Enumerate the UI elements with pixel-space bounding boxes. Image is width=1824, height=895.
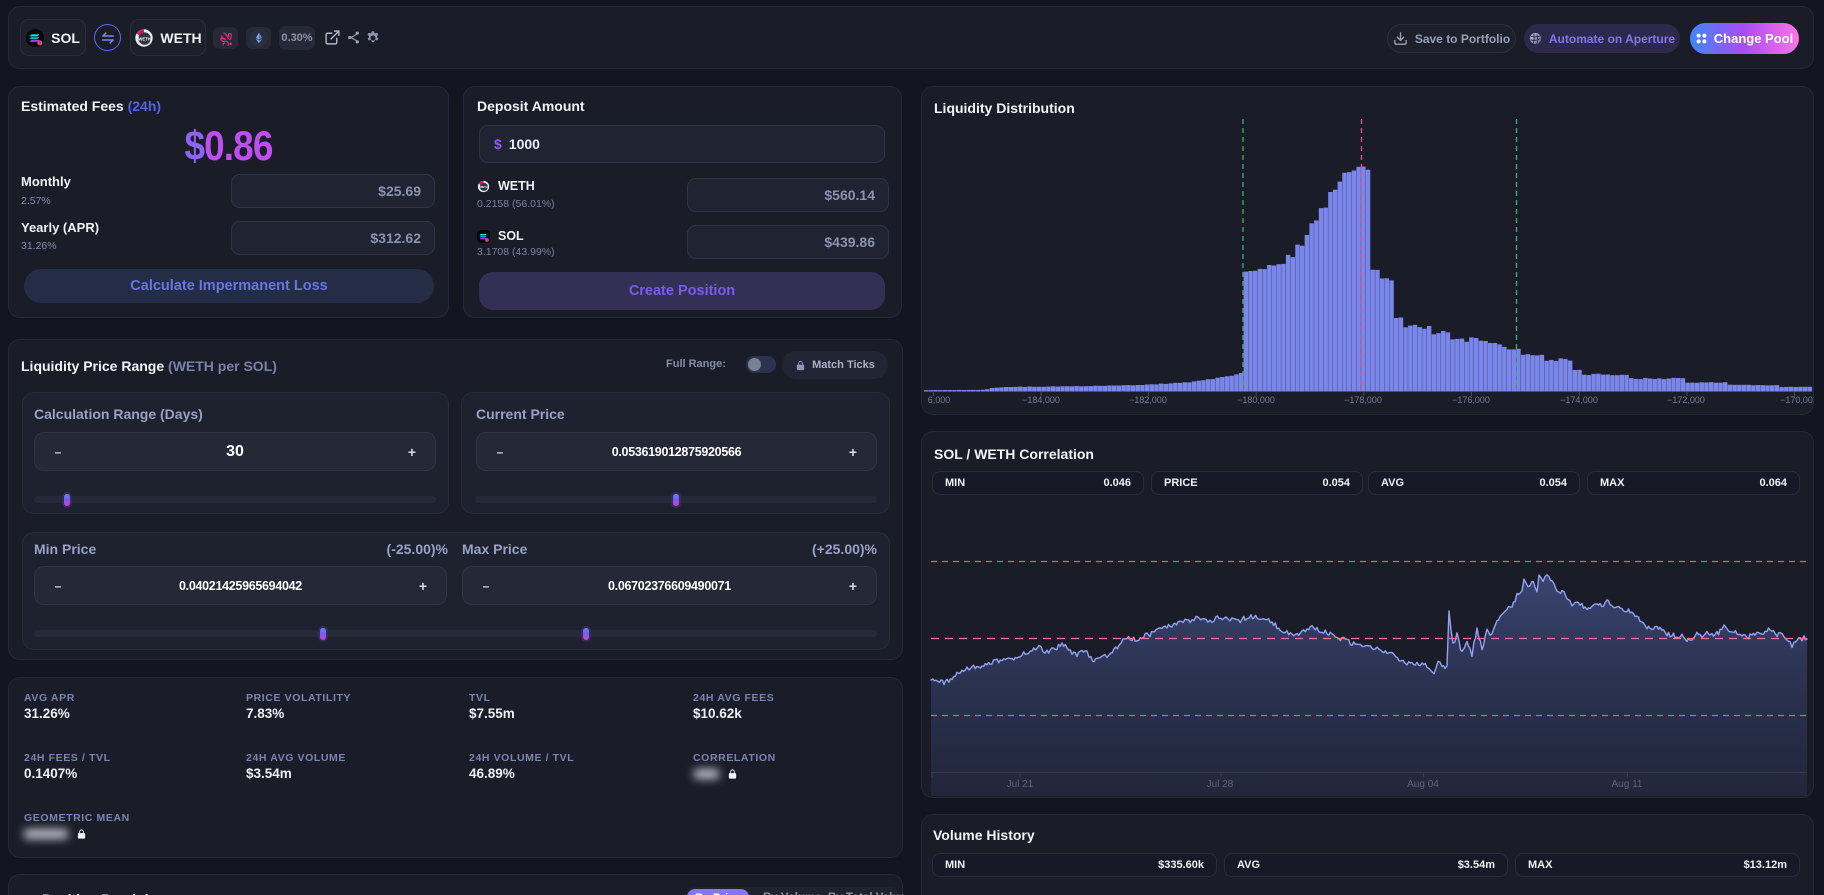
svg-text:WETH: WETH xyxy=(480,185,488,189)
svg-text:WETH: WETH xyxy=(139,36,151,41)
